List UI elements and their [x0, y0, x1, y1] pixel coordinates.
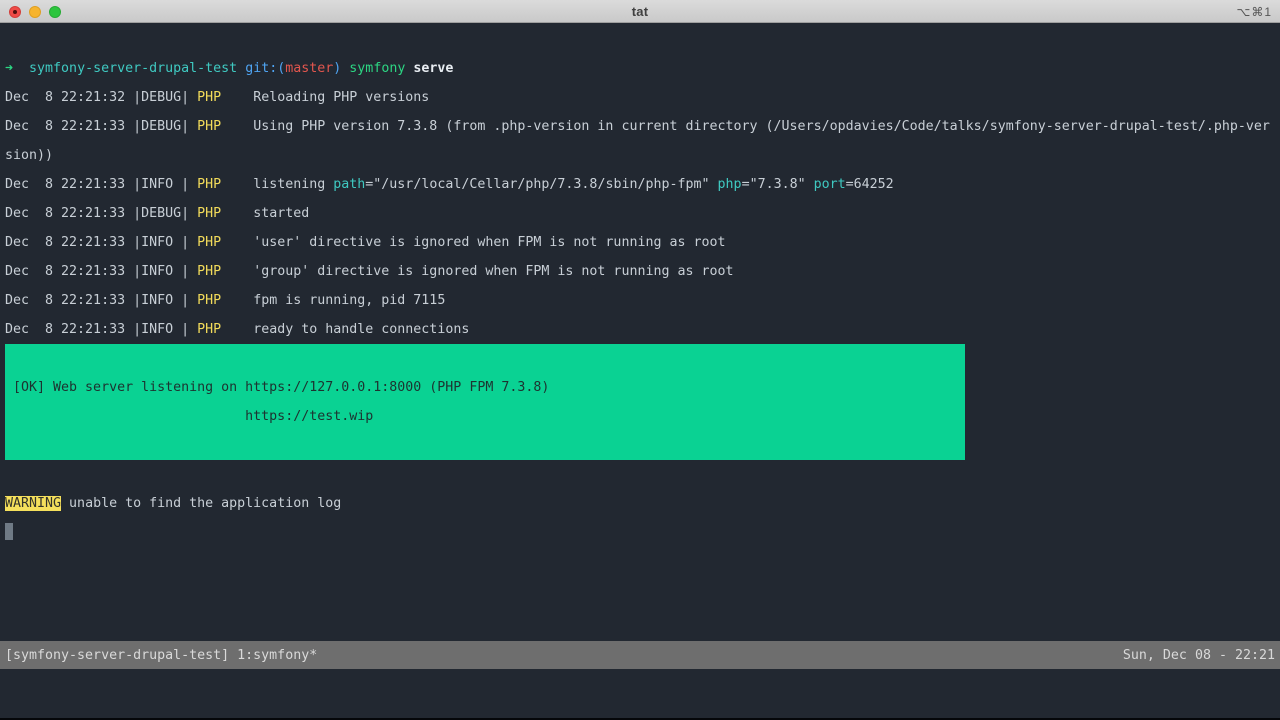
window-title: tat — [0, 4, 1280, 19]
terminal-text-segment: =64252 — [846, 177, 894, 192]
terminal-text-segment: path — [333, 177, 365, 192]
terminal-text-segment: PHP — [197, 293, 221, 308]
fullscreen-button[interactable] — [49, 6, 61, 18]
terminal-text-segment: sion)) — [5, 148, 53, 163]
terminal-cursor — [5, 523, 13, 540]
terminal-text-segment: Dec 8 22:21:33 |INFO | — [5, 293, 197, 308]
terminal-content[interactable]: ➜ symfony-server-drupal-test git:(master… — [0, 23, 1280, 720]
window-titlebar[interactable]: tat ⌥⌘1 — [0, 0, 1280, 23]
log-line: Dec 8 22:21:33 |INFO | PHP 'group' direc… — [5, 257, 1280, 286]
terminal-text-segment: PHP — [197, 90, 221, 105]
tmux-datetime: Sun, Dec 08 - 22:21 — [1123, 648, 1275, 663]
terminal-text-segment: PHP — [197, 206, 221, 221]
terminal-text-segment: ="/usr/local/Cellar/php/7.3.8/sbin/php-f… — [365, 177, 717, 192]
minimize-button[interactable] — [29, 6, 41, 18]
terminal-text-segment: 'user' directive is ignored when FPM is … — [221, 235, 725, 250]
terminal-text-segment: Dec 8 22:21:33 |INFO | — [5, 322, 197, 337]
success-message-box: [OK] Web server listening on https://127… — [5, 344, 965, 460]
terminal-text-segment: Dec 8 22:21:33 |DEBUG| — [5, 119, 197, 134]
terminal-text-segment: Dec 8 22:21:32 |DEBUG| — [5, 90, 197, 105]
terminal-text-segment — [237, 61, 245, 76]
terminal-text-segment: port — [814, 177, 846, 192]
terminal-text-segment: PHP — [197, 264, 221, 279]
terminal-text-segment: Dec 8 22:21:33 |INFO | — [5, 264, 197, 279]
blank-line — [5, 460, 1280, 489]
terminal-text-segment: PHP — [197, 322, 221, 337]
terminal-text-segment: fpm is running, pid 7115 — [221, 293, 445, 308]
warning-line: WARNING unable to find the application l… — [5, 489, 1280, 518]
terminal-text-segment: ="7.3.8" — [742, 177, 814, 192]
terminal-text-segment: Dec 8 22:21:33 |INFO | — [5, 235, 197, 250]
terminal-text-segment: git:( — [245, 61, 285, 76]
log-line: Dec 8 22:21:33 |DEBUG| PHP Using PHP ver… — [5, 112, 1280, 141]
log-line: Dec 8 22:21:33 |INFO | PHP fpm is runnin… — [5, 286, 1280, 315]
log-line: Dec 8 22:21:33 |INFO | PHP 'user' direct… — [5, 228, 1280, 257]
terminal-text-segment: Dec 8 22:21:33 |INFO | — [5, 177, 197, 192]
terminal-text-segment: ➜ — [5, 61, 29, 76]
tmux-session-window-info: [symfony-server-drupal-test] 1:symfony* — [5, 648, 317, 663]
window-shortcut-hint: ⌥⌘1 — [1236, 0, 1272, 23]
terminal-text-segment: PHP — [197, 177, 221, 192]
terminal-text-segment: 'group' directive is ignored when FPM is… — [221, 264, 733, 279]
terminal-text-segment: PHP — [197, 119, 221, 134]
warning-badge: WARNING — [5, 496, 61, 511]
tmux-status-bar: [symfony-server-drupal-test] 1:symfony* … — [0, 641, 1280, 669]
log-line: Dec 8 22:21:33 |DEBUG| PHP started — [5, 199, 1280, 228]
terminal-text-segment: master — [285, 61, 333, 76]
shell-prompt-line: ➜ symfony-server-drupal-test git:(master… — [5, 54, 1280, 83]
terminal-text-segment: started — [221, 206, 309, 221]
terminal-text-segment: Reloading PHP versions — [221, 90, 429, 105]
terminal-text-segment: ready to handle connections — [221, 322, 469, 337]
terminal-text-segment: Using PHP version 7.3.8 (from .php-versi… — [221, 119, 1270, 134]
terminal-text-segment: PHP — [197, 235, 221, 250]
log-line: Dec 8 22:21:32 |DEBUG| PHP Reloading PHP… — [5, 83, 1280, 112]
log-line-wrap: sion)) — [5, 141, 1280, 170]
log-line: Dec 8 22:21:33 |INFO | PHP ready to hand… — [5, 315, 1280, 344]
terminal-text-segment: php — [718, 177, 742, 192]
terminal-text-segment: listening — [221, 177, 333, 192]
close-button[interactable] — [9, 6, 21, 18]
terminal-text-segment: serve — [413, 61, 453, 76]
log-line: Dec 8 22:21:33 |INFO | PHP listening pat… — [5, 170, 1280, 199]
terminal-text-segment: Dec 8 22:21:33 |DEBUG| — [5, 206, 197, 221]
terminal-text-segment: unable to find the application log — [61, 496, 341, 511]
terminal-text-segment: symfony-server-drupal-test — [29, 61, 237, 76]
terminal-text-segment: symfony — [349, 61, 405, 76]
modified-dot-icon — [13, 10, 17, 14]
cursor-line — [5, 518, 1280, 547]
traffic-lights — [9, 0, 61, 23]
